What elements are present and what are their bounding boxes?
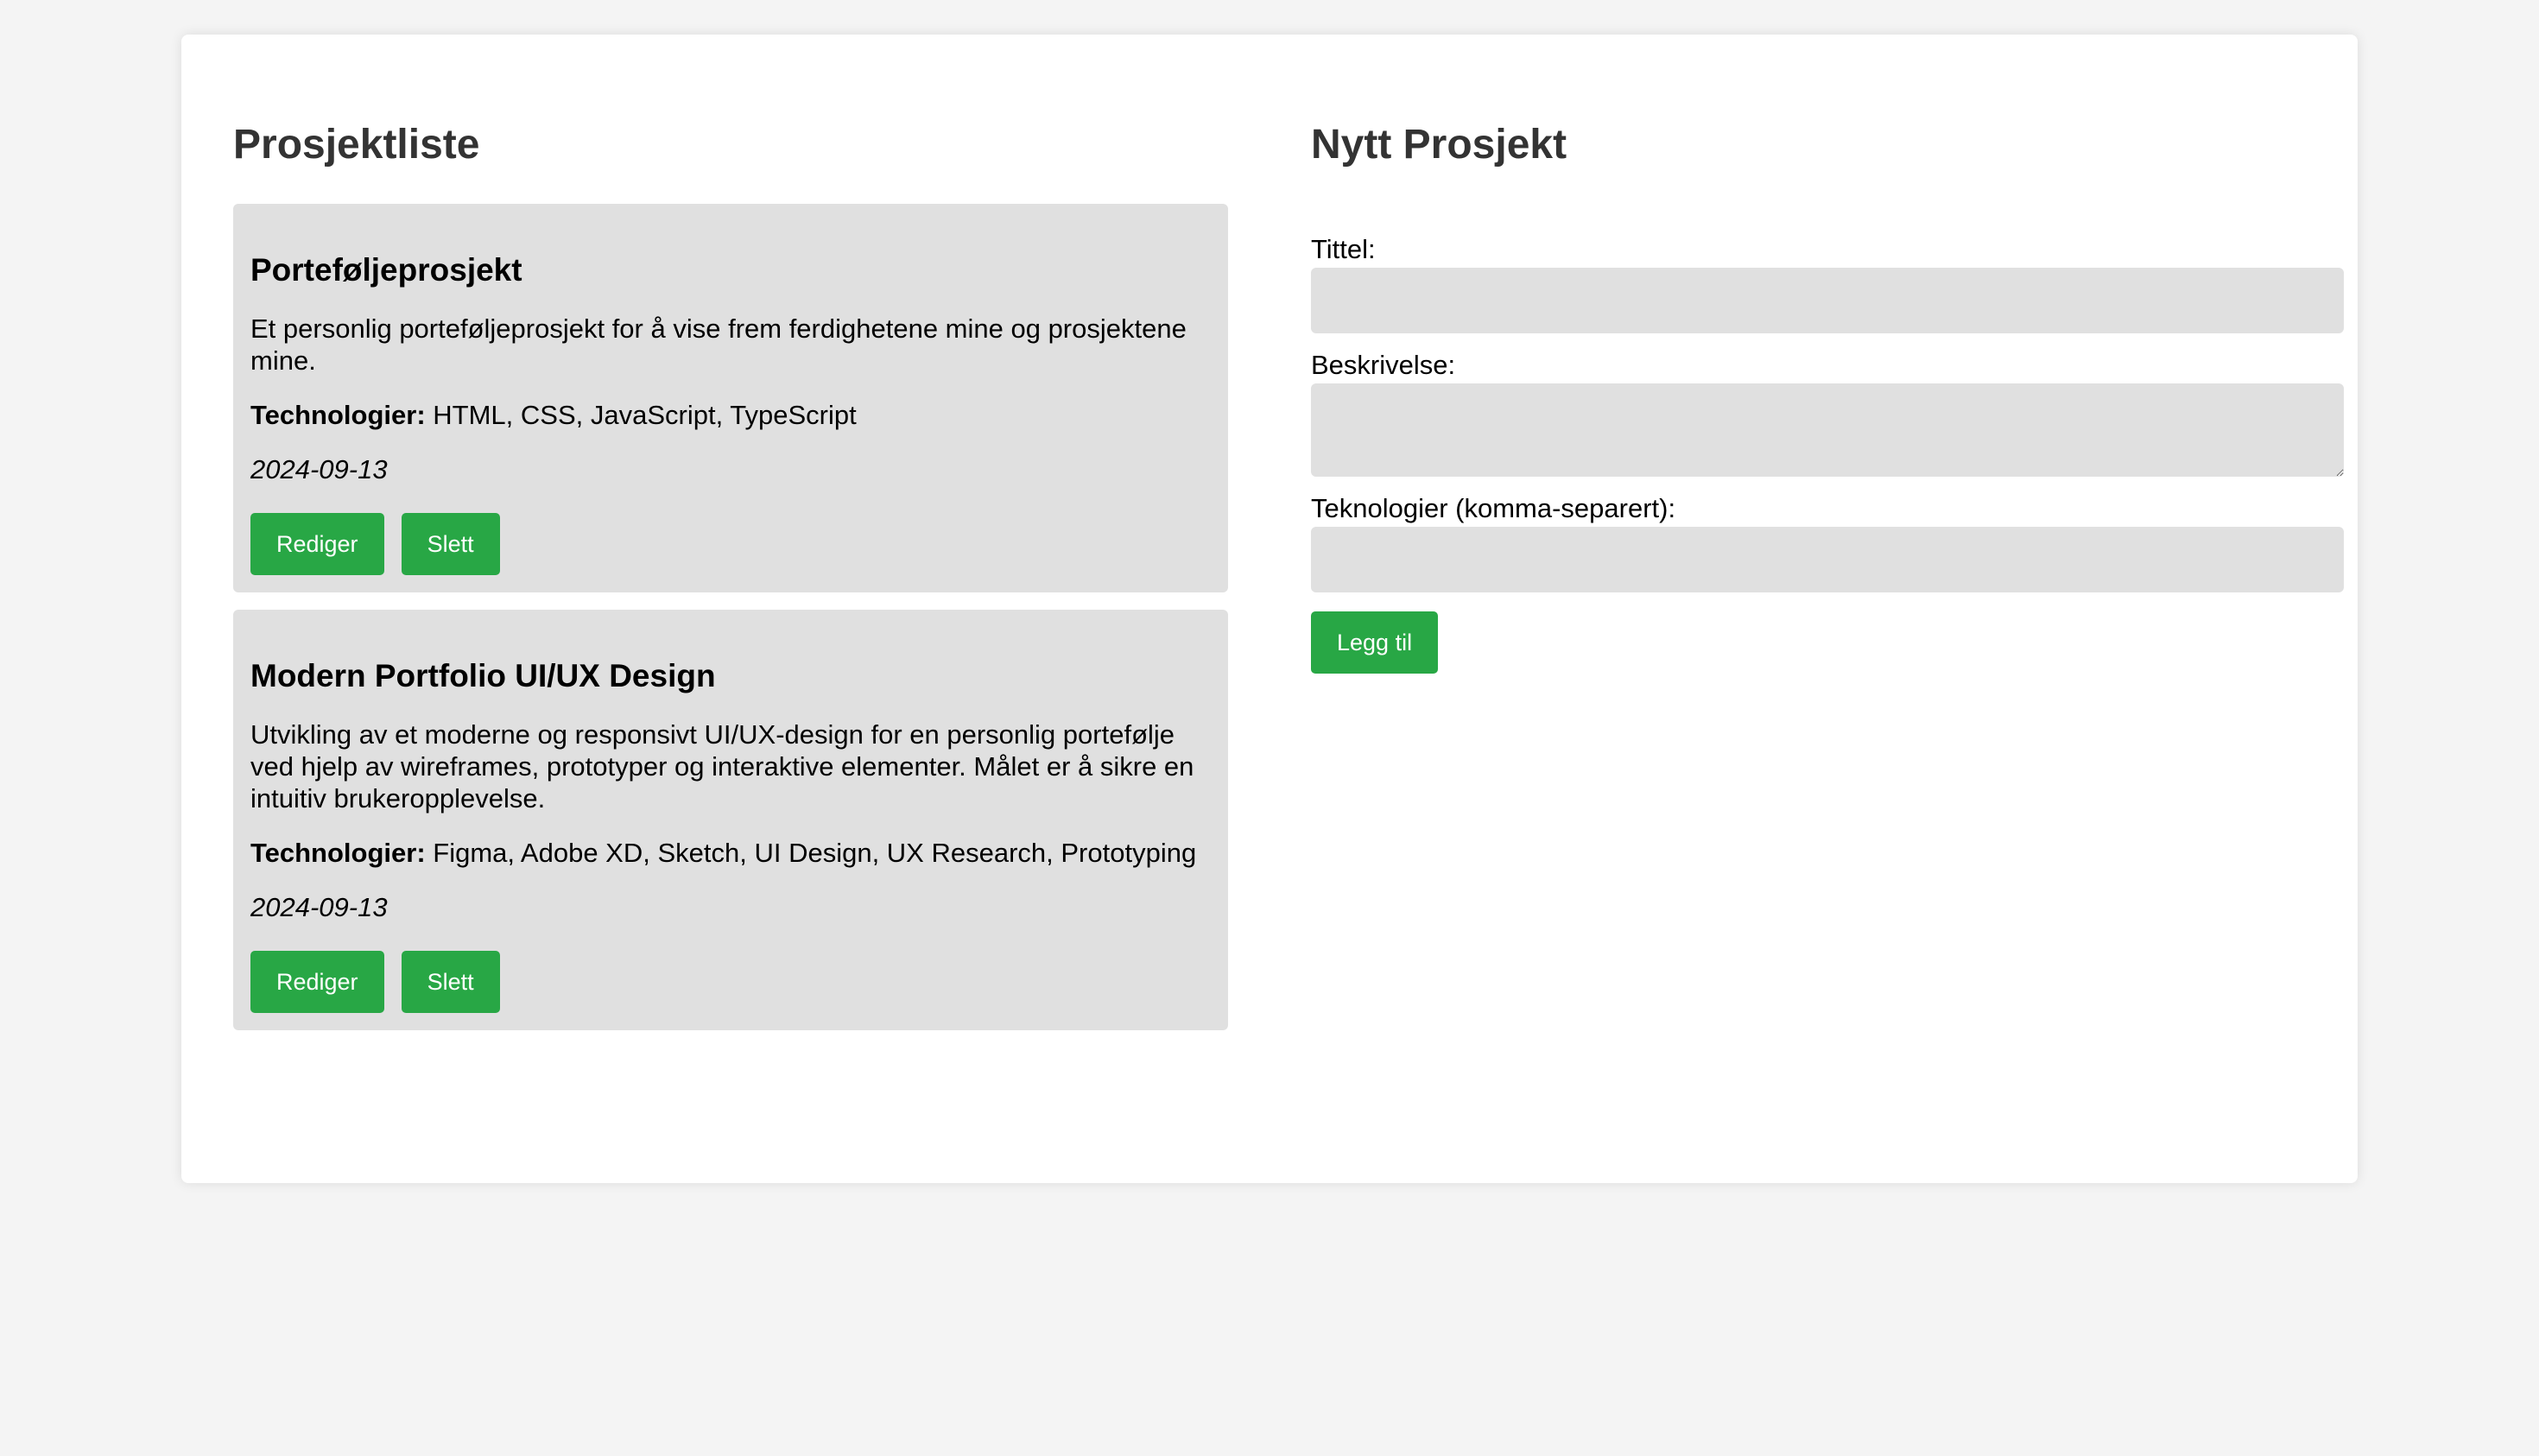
project-actions: Rediger Slett [250,513,1211,575]
technologies-input[interactable] [1311,527,2344,592]
project-date: 2024-09-13 [250,454,388,484]
technologies-value: HTML, CSS, JavaScript, TypeScript [433,400,857,430]
delete-button[interactable]: Slett [401,951,500,1013]
technologies-label: Technologier: [250,838,426,868]
project-card: Porteføljeprosjekt Et personlig porteføl… [233,204,1228,592]
main-container: Prosjektliste Porteføljeprosjekt Et pers… [181,35,2358,1183]
technologies-label: Technologier: [250,400,426,430]
delete-button[interactable]: Slett [401,513,500,575]
add-project-button[interactable]: Legg til [1311,611,1439,674]
project-list: Porteføljeprosjekt Et personlig porteføl… [233,204,1228,1048]
project-title: Porteføljeprosjekt [250,252,522,288]
title-input[interactable] [1311,268,2344,333]
edit-button[interactable]: Rediger [250,951,384,1013]
new-project-heading: Nytt Prosjekt [1311,122,1567,168]
project-description: Et personlig porteføljeprosjekt for å vi… [250,313,1187,376]
project-actions: Rediger Slett [250,951,1211,1013]
project-date: 2024-09-13 [250,892,388,922]
project-technologies: Technologier: HTML, CSS, JavaScript, Typ… [250,399,1211,431]
description-textarea[interactable] [1311,383,2344,477]
project-card: Modern Portfolio UI/UX Design Utvikling … [233,610,1228,1030]
title-label: Tittel: [1311,234,1376,264]
new-project-form: Tittel: Beskrivelse: Teknologier (komma-… [1311,235,2344,674]
edit-button[interactable]: Rediger [250,513,384,575]
description-label: Beskrivelse: [1311,350,1456,380]
technologies-value: Figma, Adobe XD, Sketch, UI Design, UX R… [433,838,1197,868]
technologies-label: Teknologier (komma-separert): [1311,493,1676,523]
project-list-heading: Prosjektliste [233,122,480,168]
project-title: Modern Portfolio UI/UX Design [250,658,716,693]
project-technologies: Technologier: Figma, Adobe XD, Sketch, U… [250,837,1211,869]
project-description: Utvikling av et moderne og responsivt UI… [250,719,1194,813]
